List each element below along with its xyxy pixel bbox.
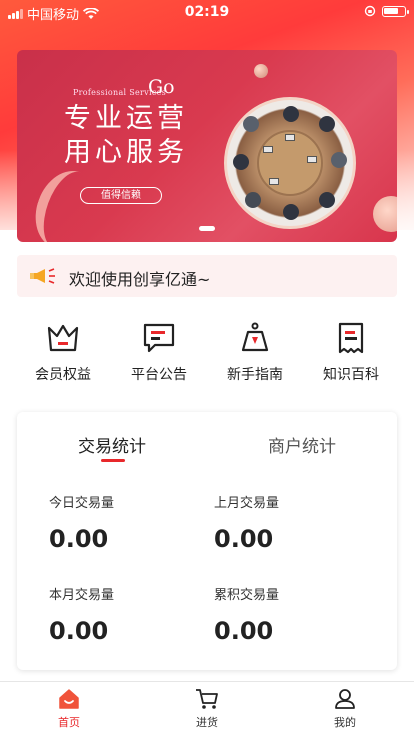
stat-label: 累积交易量 — [214, 588, 280, 603]
megaphone-icon — [30, 268, 55, 284]
notice-text: 欢迎使用创享亿通~ — [69, 270, 211, 289]
home-icon — [59, 689, 79, 709]
tab-transaction-stats[interactable]: 交易统计 — [17, 432, 207, 457]
carousel-indicator[interactable] — [199, 226, 215, 231]
banner-title-line-2: 用心服务 — [64, 137, 188, 168]
tab-home-label: 首页 — [58, 716, 80, 729]
menu-label: 知识百科 — [323, 367, 379, 383]
message-icon — [143, 323, 175, 353]
guide-icon — [241, 322, 269, 352]
banner-button[interactable]: 值得信赖 — [80, 187, 162, 204]
menu-item-knowledge-base[interactable]: 知识百科 — [311, 322, 391, 384]
menu-label: 会员权益 — [35, 367, 91, 383]
status-bar: 中国移动 02:19 — [0, 0, 414, 24]
user-icon — [335, 689, 355, 709]
tab-purchase-label: 进货 — [196, 716, 218, 729]
meeting-photo — [224, 97, 356, 229]
banner-title-line-1: 专业运营 — [64, 103, 188, 134]
banner-go-text: Go — [148, 76, 175, 98]
menu-label: 新手指南 — [227, 367, 283, 383]
status-time: 02:19 — [184, 4, 230, 20]
quick-menu: 会员权益 平台公告 新手指南 知识百科 — [0, 322, 414, 392]
stats-card: 交易统计 商户统计 今日交易量 0.00 上月交易量 0.00 本月交易量 0.… — [17, 412, 397, 670]
decor-sphere — [254, 64, 268, 78]
cart-icon — [196, 689, 218, 709]
stat-value: 0.00 — [214, 525, 274, 553]
decor-sphere-large — [373, 196, 397, 232]
battery-level — [384, 7, 398, 14]
tab-mine-label: 我的 — [334, 716, 356, 729]
menu-label: 平台公告 — [131, 367, 187, 383]
menu-item-beginner-guide[interactable]: 新手指南 — [215, 322, 295, 384]
tab-mine[interactable]: 我的 — [305, 688, 385, 730]
notice-bar[interactable]: 欢迎使用创享亿通~ — [17, 255, 397, 297]
banner-title: 专业运营 用心服务 — [64, 102, 188, 170]
stat-last-month: 上月交易量 0.00 — [214, 492, 374, 553]
stat-today: 今日交易量 0.00 — [49, 492, 209, 553]
stat-value: 0.00 — [49, 525, 109, 553]
rotation-lock-icon — [364, 5, 376, 17]
tab-home[interactable]: 首页 — [29, 688, 109, 730]
promo-banner[interactable]: Professional Services Go 专业运营 用心服务 值得信赖 — [17, 50, 397, 242]
stat-cumulative: 累积交易量 0.00 — [214, 584, 374, 645]
bottom-tab-bar: 首页 进货 我的 — [0, 681, 414, 736]
stat-this-month: 本月交易量 0.00 — [49, 584, 209, 645]
receipt-icon — [338, 322, 364, 354]
battery-icon — [382, 5, 409, 17]
crown-icon — [47, 324, 79, 352]
stat-label: 今日交易量 — [49, 496, 115, 511]
stat-label: 上月交易量 — [214, 496, 280, 511]
stat-value: 0.00 — [214, 617, 274, 645]
status-right — [364, 5, 409, 17]
active-tab-indicator — [101, 459, 125, 462]
menu-item-announcements[interactable]: 平台公告 — [119, 322, 199, 384]
menu-item-member-benefits[interactable]: 会员权益 — [23, 322, 103, 384]
tab-purchase[interactable]: 进货 — [167, 688, 247, 730]
stat-label: 本月交易量 — [49, 588, 115, 603]
tab-merchant-stats[interactable]: 商户统计 — [207, 432, 397, 457]
stat-value: 0.00 — [49, 617, 109, 645]
